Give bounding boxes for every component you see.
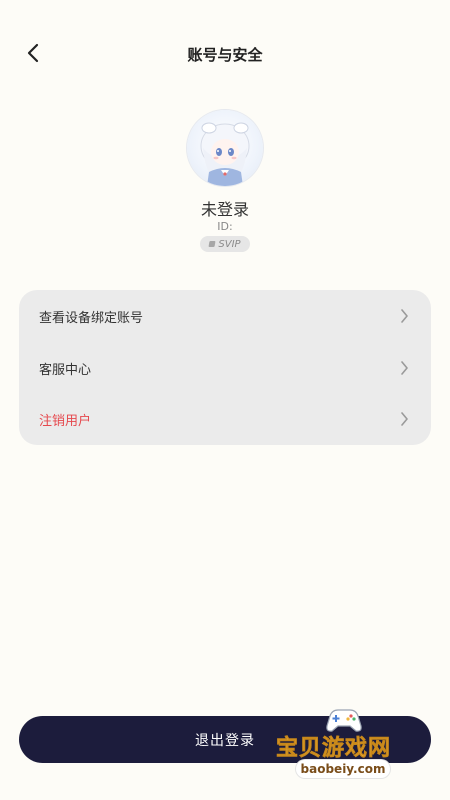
- diamond-icon: [208, 241, 216, 247]
- menu-card: 查看设备绑定账号 客服中心 注销用户: [19, 290, 431, 445]
- menu-item-delete-account[interactable]: 注销用户: [19, 393, 431, 445]
- avatar[interactable]: [187, 110, 263, 186]
- svip-badge: SVIP: [200, 236, 250, 252]
- chevron-right-icon: [397, 309, 411, 323]
- menu-item-label: 查看设备绑定账号: [39, 310, 144, 326]
- status-bar: [0, 0, 450, 28]
- user-id: ID:: [217, 220, 233, 233]
- watermark-text: 宝贝游戏网: [276, 736, 392, 762]
- menu-item-customer-service[interactable]: 客服中心: [19, 342, 431, 394]
- menu-item-label: 客服中心: [39, 362, 92, 378]
- watermark: 宝贝游戏网 baobeiy.com: [270, 706, 420, 796]
- logout-label: 退出登录: [195, 732, 255, 749]
- chevron-right-icon: [397, 361, 411, 375]
- menu-item-device-accounts[interactable]: 查看设备绑定账号: [19, 290, 431, 342]
- menu-item-label: 注销用户: [39, 413, 92, 429]
- username: 未登录: [200, 200, 249, 219]
- svip-label: SVIP: [218, 238, 241, 250]
- watermark-url: baobeiy.com: [296, 760, 390, 778]
- page-title: 账号与安全: [187, 46, 263, 64]
- chevron-right-icon: [397, 412, 411, 426]
- header: 账号与安全: [0, 28, 450, 82]
